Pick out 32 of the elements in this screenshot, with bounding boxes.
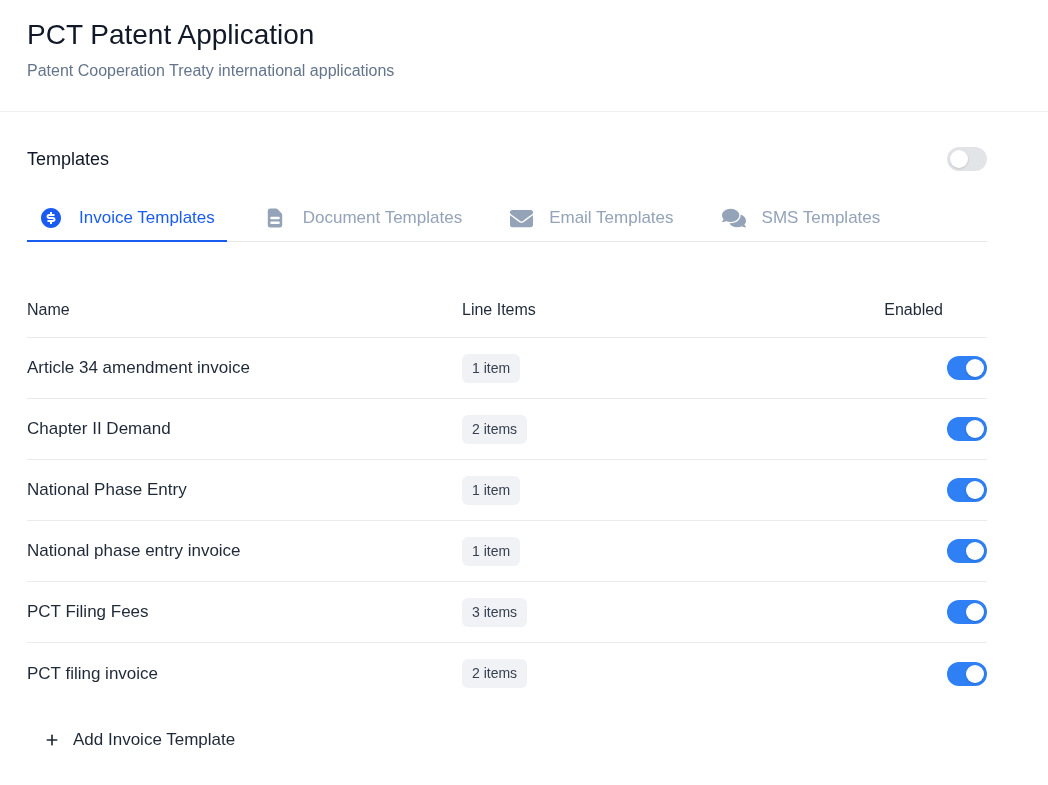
column-header: Line Items	[462, 300, 536, 320]
template-name: Article 34 amendment invoice	[27, 357, 250, 379]
line-items-badge: 2 items	[462, 414, 528, 444]
page-subtitle: Patent Cooperation Treaty international applications	[27, 61, 395, 81]
tab[interactable]: Email Templates	[498, 198, 686, 242]
template-name: PCT Filing Fees	[27, 601, 149, 623]
enabled-toggle[interactable]	[947, 661, 987, 686]
tab[interactable]: Invoice Templates	[27, 198, 227, 242]
column-header: Name	[27, 300, 70, 320]
chat-bubbles-icon	[721, 206, 746, 230]
line-items-badge: 1 item	[462, 536, 521, 566]
column-header: Enabled	[884, 300, 943, 320]
enabled-toggle[interactable]	[947, 600, 987, 624]
line-items-badge: 1 item	[462, 353, 521, 383]
enabled-toggle[interactable]	[947, 417, 987, 441]
template-name: National phase entry invoice	[27, 540, 241, 562]
enabled-toggle[interactable]	[947, 539, 987, 563]
line-items-badge: 3 items	[462, 597, 528, 627]
plus-icon	[44, 732, 60, 748]
enabled-toggle[interactable]	[947, 356, 987, 380]
template-name: PCT filing invoice	[27, 662, 159, 685]
template-name: Chapter II Demand	[27, 418, 171, 440]
section-heading: Templates	[27, 148, 110, 171]
add-invoice-template-button[interactable]: Add Invoice Template	[27, 720, 253, 760]
enabled-toggle[interactable]	[947, 478, 987, 502]
template-name: National Phase Entry	[27, 479, 187, 501]
page-title: PCT Patent Application	[27, 18, 315, 52]
line-items-badge: 1 item	[462, 475, 521, 505]
tab[interactable]: Document Templates	[250, 198, 475, 242]
tab[interactable]: SMS Templates	[709, 198, 893, 242]
line-items-badge: 2 items	[462, 659, 528, 688]
templates-toggle[interactable]	[947, 147, 987, 171]
